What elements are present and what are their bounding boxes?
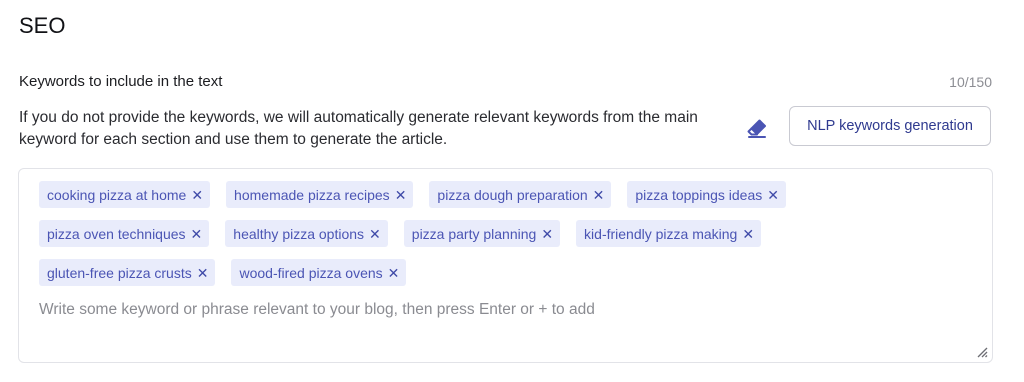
- keyword-tag: homemade pizza recipes ✕: [226, 181, 414, 208]
- keyword-tag: pizza toppings ideas ✕: [627, 181, 786, 208]
- keyword-tag-label: healthy pizza options: [233, 225, 365, 242]
- keyword-tag-label: pizza dough preparation: [437, 186, 588, 203]
- remove-tag-icon[interactable]: ✕: [388, 266, 400, 280]
- keyword-tag-label: pizza party planning: [411, 225, 537, 242]
- keyword-tags: cooking pizza at home ✕ homemade pizza rec…: [39, 181, 972, 298]
- keyword-tag: pizza dough preparation ✕: [429, 181, 612, 208]
- remove-tag-icon[interactable]: ✕: [541, 227, 553, 241]
- keyword-tag-label: pizza oven techniques: [47, 225, 186, 242]
- keyword-tag: wood-fired pizza ovens ✕: [231, 259, 407, 286]
- remove-tag-icon[interactable]: ✕: [395, 188, 407, 202]
- remove-tag-icon[interactable]: ✕: [197, 266, 209, 280]
- remove-tag-icon[interactable]: ✕: [593, 188, 605, 202]
- remove-tag-icon[interactable]: ✕: [742, 227, 754, 241]
- keyword-tag-label: homemade pizza recipes: [234, 186, 390, 203]
- keyword-tag: pizza party planning ✕: [403, 220, 561, 247]
- keyword-tag-row: cooking pizza at home ✕ homemade pizza rec…: [39, 181, 972, 208]
- keyword-tag-row: gluten-free pizza crusts ✕ wood-fired pizz…: [39, 259, 972, 286]
- keyword-tag-row: pizza oven techniques ✕ healthy pizza opti…: [39, 220, 972, 247]
- keyword-tag-label: wood-fired pizza ovens: [239, 264, 383, 281]
- eraser-icon[interactable]: [745, 116, 769, 140]
- keywords-counter: 10/150: [949, 73, 992, 90]
- keyword-tag-label: pizza toppings ideas: [635, 186, 763, 203]
- remove-tag-icon[interactable]: ✕: [369, 227, 381, 241]
- resize-handle-icon[interactable]: [976, 346, 988, 358]
- page-title: SEO: [19, 13, 66, 38]
- keyword-input[interactable]: [39, 301, 919, 319]
- keywords-input-box[interactable]: cooking pizza at home ✕ homemade pizza rec…: [18, 168, 993, 363]
- keyword-tag: kid-friendly pizza making ✕: [576, 220, 762, 247]
- remove-tag-icon[interactable]: ✕: [767, 188, 779, 202]
- keyword-tag-label: gluten-free pizza crusts: [47, 264, 192, 281]
- keywords-header: Keywords to include in the text 10/150: [19, 73, 992, 90]
- nlp-keywords-generation-button[interactable]: NLP keywords generation: [789, 106, 991, 146]
- keyword-tag-label: cooking pizza at home: [47, 186, 187, 203]
- keywords-label: Keywords to include in the text: [19, 73, 223, 90]
- keyword-tag: pizza oven techniques ✕: [39, 220, 210, 247]
- remove-tag-icon[interactable]: ✕: [191, 227, 203, 241]
- remove-tag-icon[interactable]: ✕: [191, 188, 203, 202]
- keywords-description: If you do not provide the keywords, we w…: [19, 109, 698, 148]
- keyword-tag-label: kid-friendly pizza making: [584, 225, 738, 242]
- keyword-tag: gluten-free pizza crusts ✕: [39, 259, 216, 286]
- keyword-tag: cooking pizza at home ✕: [39, 181, 211, 208]
- keyword-tag: healthy pizza options ✕: [225, 220, 388, 247]
